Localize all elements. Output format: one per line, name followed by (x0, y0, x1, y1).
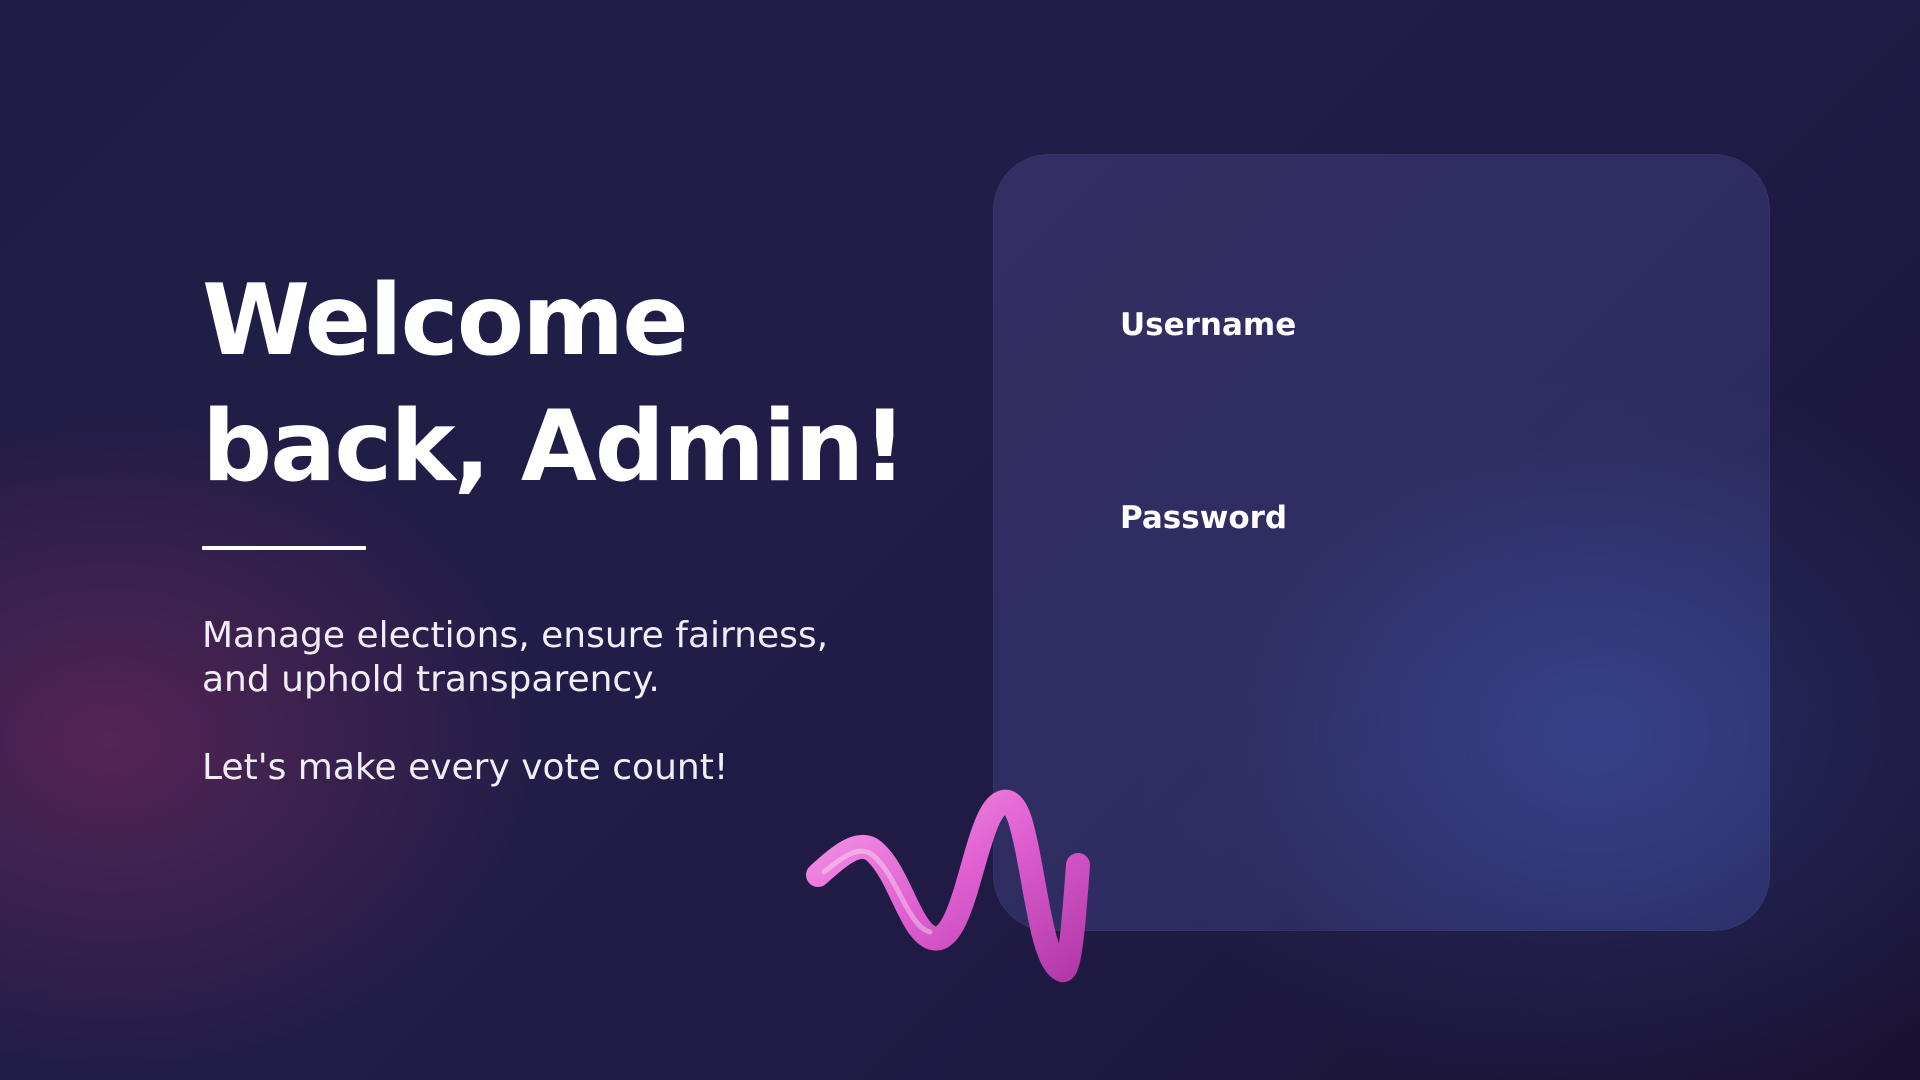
squiggle-highlight (821, 848, 933, 935)
login-card: Username Password (993, 154, 1770, 931)
password-field-group: Password (1120, 499, 1643, 615)
welcome-heading-line2: back, Admin! (202, 390, 907, 504)
welcome-heading: Welcome back, Admin! (202, 258, 922, 510)
hero-description-line2: and uphold transparency. (202, 659, 660, 700)
hero-tagline: Let's make every vote count! (202, 747, 729, 788)
hero-description: Manage elections, ensure fairness, and u… (202, 614, 882, 702)
username-input[interactable] (1120, 358, 1643, 422)
hero-description-line1: Manage elections, ensure fairness, (202, 615, 829, 656)
welcome-hero: Welcome back, Admin! Manage elections, e… (202, 258, 922, 790)
password-label: Password (1120, 500, 1288, 536)
heading-divider (202, 546, 366, 550)
username-label: Username (1120, 307, 1297, 343)
welcome-heading-line1: Welcome (202, 264, 689, 378)
username-field-group: Username (1120, 306, 1643, 422)
password-input[interactable] (1120, 551, 1643, 615)
